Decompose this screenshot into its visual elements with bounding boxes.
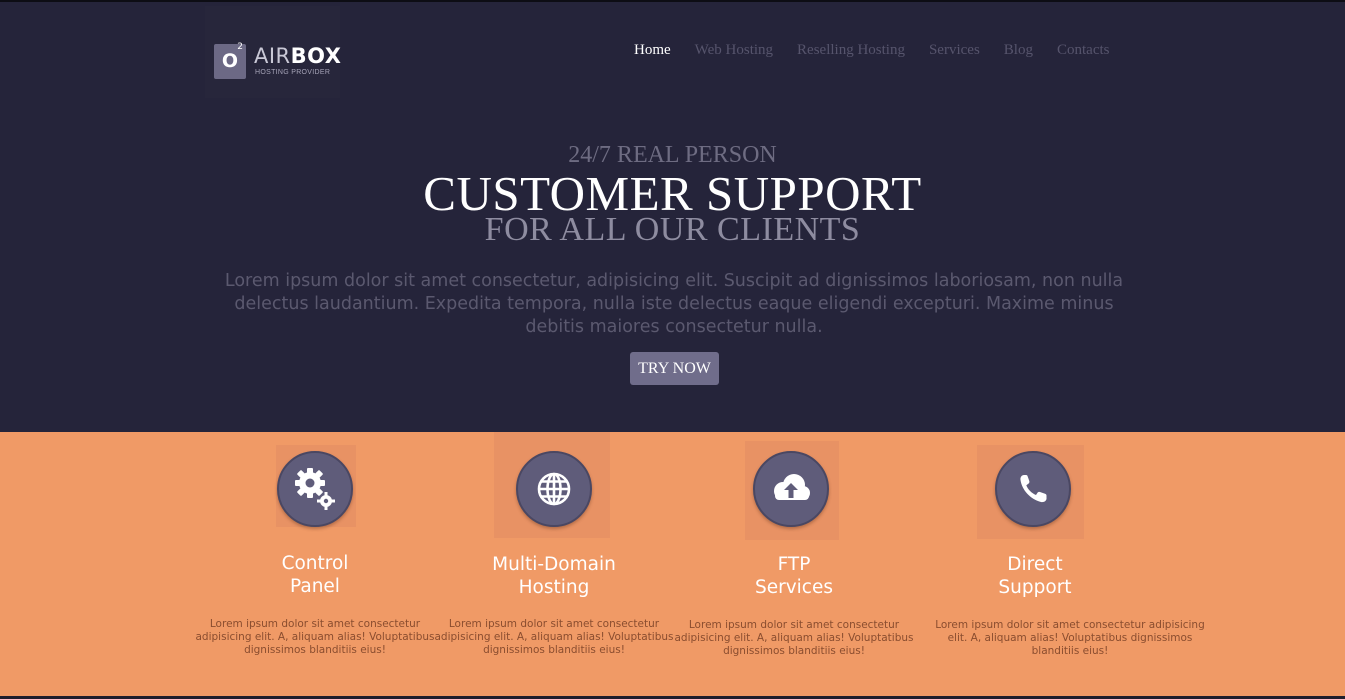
feature-title-line: Panel <box>290 576 340 597</box>
features-section: Control Panel Lorem ipsum dolor sit amet… <box>0 432 1345 699</box>
nav-item-contacts[interactable]: Contacts <box>1057 42 1110 59</box>
feature-title: Control Panel <box>195 552 435 598</box>
feature-title-line: Services <box>754 577 833 598</box>
logo-badge: O2 <box>214 42 246 79</box>
logo[interactable]: O2 AIRBOX HOSTING PROVIDER <box>205 6 341 98</box>
feature-description: Lorem ipsum dolor sit amet consectetur a… <box>434 618 674 656</box>
nav-item-home[interactable]: Home <box>634 42 671 59</box>
logo-name-bold: BOX <box>290 44 342 68</box>
feature-description: Lorem ipsum dolor sit amet consectetur a… <box>195 618 435 656</box>
cloud-upload-icon[interactable] <box>753 451 829 527</box>
feature-title-line: FTP <box>777 554 811 575</box>
logo-badge-superscript: 2 <box>237 42 243 52</box>
globe-icon[interactable] <box>516 451 592 527</box>
feature-title-line: Multi-Domain <box>492 554 616 575</box>
hero-description: Lorem ipsum dolor sit amet consectetur, … <box>224 271 1124 337</box>
logo-tagline: HOSTING PROVIDER <box>255 69 331 76</box>
logo-badge-letter: O <box>221 50 239 72</box>
feature-description: Lorem ipsum dolor sit amet consectetur a… <box>935 619 1205 657</box>
feature-title-line: Direct <box>1007 554 1063 575</box>
nav-item-blog[interactable]: Blog <box>1004 42 1033 59</box>
logo-name: AIRBOX <box>254 44 341 68</box>
try-now-button[interactable]: TRY NOW <box>630 352 719 385</box>
main-nav: Home Web Hosting Reselling Hosting Servi… <box>634 42 1133 59</box>
feature-title-line: Support <box>998 577 1072 598</box>
feature-title-line: Control <box>281 553 349 574</box>
nav-item-web-hosting[interactable]: Web Hosting <box>695 42 773 59</box>
feature-title: FTP Services <box>674 553 914 599</box>
feature-title: Direct Support <box>935 553 1135 599</box>
nav-item-services[interactable]: Services <box>929 42 980 59</box>
nav-item-reselling-hosting[interactable]: Reselling Hosting <box>797 42 905 59</box>
feature-title-line: Hosting <box>518 577 590 598</box>
hero-section: O2 AIRBOX HOSTING PROVIDER Home Web Host… <box>0 0 1345 432</box>
logo-name-light: AIR <box>254 44 291 68</box>
feature-description: Lorem ipsum dolor sit amet consectetur a… <box>674 619 914 657</box>
hero-subtitle: FOR ALL OUR CLIENTS <box>484 211 861 248</box>
feature-title: Multi-Domain Hosting <box>434 553 674 599</box>
phone-icon[interactable] <box>995 451 1071 527</box>
gears-icon[interactable] <box>277 451 353 527</box>
